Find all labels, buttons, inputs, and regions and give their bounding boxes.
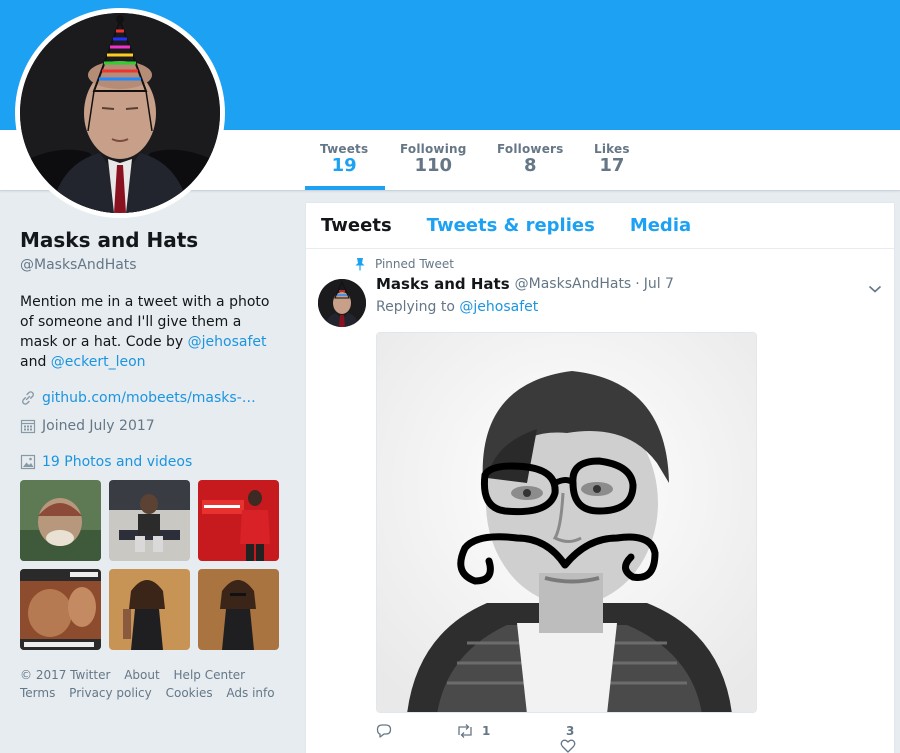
footer-copyright: © 2017 Twitter (20, 668, 111, 682)
retweet-button[interactable]: 1 (456, 723, 556, 739)
stat-following-label: Following (400, 142, 467, 156)
tweet-author-avatar[interactable] (318, 279, 366, 327)
stat-likes-value: 17 (599, 155, 625, 176)
footer-ads-link[interactable]: Ads info (226, 686, 274, 700)
replying-to: Replying to @jehosafet (376, 299, 538, 315)
pin-icon (354, 257, 366, 271)
photo-thumb[interactable] (198, 569, 279, 650)
photo-thumb[interactable] (20, 569, 101, 650)
reply-icon (376, 723, 392, 739)
active-stat-indicator (305, 186, 385, 190)
heart-icon (560, 738, 576, 753)
bio-link-jehosafet[interactable]: @jehosafet (188, 334, 267, 350)
stat-following[interactable]: Following 110 (400, 142, 467, 176)
site-footer: © 2017 Twitter About Help Center Terms P… (20, 666, 285, 702)
profile-bio: Mention me in a tweet with a photo of so… (20, 292, 280, 372)
timeline-tabs: Tweets Tweets & replies Media (306, 203, 894, 249)
photos-videos-link[interactable]: 19 Photos and videos (20, 452, 285, 472)
calendar-icon (20, 418, 36, 434)
timeline: Tweets Tweets & replies Media Pinned Twe… (305, 202, 895, 753)
profile-joined-text: Joined July 2017 (42, 418, 155, 434)
photo-thumb[interactable] (109, 569, 190, 650)
photo-thumb[interactable] (198, 480, 279, 561)
profile-name[interactable]: Masks and Hats (20, 228, 285, 252)
tweet-actions: 1 3 (376, 723, 576, 753)
stat-followers[interactable]: Followers 8 (497, 142, 564, 176)
replying-prefix: Replying to (376, 299, 460, 315)
stat-followers-label: Followers (497, 142, 564, 156)
profile-handle[interactable]: @MasksAndHats (20, 257, 285, 273)
replying-to-link[interactable]: @jehosafet (459, 299, 538, 315)
stat-tweets-value: 19 (331, 155, 357, 176)
footer-privacy-link[interactable]: Privacy policy (69, 686, 152, 700)
tweet-author-handle[interactable]: @MasksAndHats (515, 276, 632, 292)
avatar-image (20, 13, 220, 213)
tab-tweets[interactable]: Tweets (321, 215, 392, 236)
stat-following-value: 110 (414, 155, 453, 176)
tab-tweets-replies[interactable]: Tweets & replies (427, 215, 595, 236)
pinned-indicator: Pinned Tweet (354, 257, 454, 271)
pinned-label: Pinned Tweet (375, 257, 454, 271)
profile-joined-row: Joined July 2017 (20, 416, 285, 436)
tweet-separator: · (635, 276, 640, 292)
image-icon (20, 454, 36, 470)
tweet-photo[interactable] (376, 332, 757, 713)
tweet-date[interactable]: Jul 7 (644, 276, 674, 292)
stat-tweets-label: Tweets (320, 142, 369, 156)
photo-grid (20, 480, 285, 650)
chevron-down-icon[interactable] (868, 279, 882, 293)
stat-likes[interactable]: Likes 17 (594, 142, 630, 176)
like-count: 3 (566, 724, 575, 738)
photo-thumb[interactable] (20, 480, 101, 561)
photos-videos-label: 19 Photos and videos (42, 454, 193, 470)
retweet-icon (456, 723, 472, 739)
stat-followers-value: 8 (523, 155, 537, 176)
tab-media[interactable]: Media (630, 215, 691, 236)
link-icon (20, 390, 36, 406)
stat-tweets[interactable]: Tweets 19 (320, 142, 368, 176)
profile-url-link[interactable]: github.com/mobeets/masks-… (42, 390, 256, 406)
footer-cookies-link[interactable]: Cookies (166, 686, 213, 700)
bio-and: and (20, 354, 51, 370)
profile-url-row: github.com/mobeets/masks-… (20, 388, 285, 408)
footer-about-link[interactable]: About (124, 668, 159, 682)
bio-link-eckert-leon[interactable]: @eckert_leon (51, 354, 146, 370)
photo-thumb[interactable] (109, 480, 190, 561)
footer-help-link[interactable]: Help Center (174, 668, 246, 682)
profile-sidebar: Masks and Hats @MasksAndHats Mention me … (20, 228, 285, 702)
reply-button[interactable] (376, 723, 456, 739)
tweet-author-name[interactable]: Masks and Hats (376, 275, 510, 293)
like-button[interactable]: 3 (556, 724, 576, 753)
stat-likes-label: Likes (594, 142, 630, 156)
tweet-header: Masks and Hats @MasksAndHats · Jul 7 (376, 275, 674, 293)
retweet-count: 1 (482, 724, 491, 738)
profile-avatar[interactable] (15, 8, 225, 218)
footer-terms-link[interactable]: Terms (20, 686, 55, 700)
